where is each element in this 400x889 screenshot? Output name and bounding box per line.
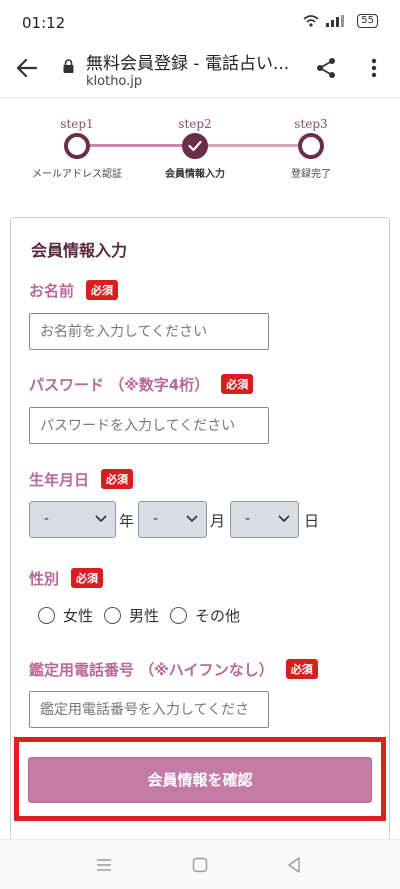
- status-icons: 55: [303, 14, 378, 28]
- password-label: パスワード （※数字4桁） 必須: [29, 374, 254, 395]
- system-nav-bar: [0, 839, 400, 889]
- status-bar: 01:12 55: [0, 0, 400, 40]
- recent-apps-icon[interactable]: [95, 858, 113, 872]
- name-label: お名前 必須: [29, 280, 119, 301]
- gender-option-male[interactable]: 男性: [104, 605, 159, 626]
- checkmark-icon: [188, 140, 202, 152]
- required-badge: 必須: [86, 280, 119, 300]
- phone-label-text: 鑑定用電話番号 （※ハイフンなし）: [29, 661, 274, 679]
- gender-option-label: 女性: [63, 607, 94, 625]
- name-label-text: お名前: [29, 282, 75, 300]
- browser-toolbar: 無料会員登録 - 電話占い... klotho.jp: [0, 40, 400, 98]
- gender-option-other[interactable]: その他: [170, 605, 240, 626]
- lock-icon: [63, 59, 74, 73]
- chevron-down-icon: [95, 515, 107, 523]
- chevron-down-icon: [186, 515, 198, 523]
- step-circle: [298, 133, 324, 159]
- birthday-label: 生年月日 必須: [29, 469, 134, 490]
- step-label: 会員情報入力: [165, 169, 225, 180]
- password-input[interactable]: [29, 407, 269, 444]
- birth-year-select[interactable]: -: [29, 501, 116, 538]
- step-circle: [182, 133, 208, 159]
- wifi-icon: [303, 15, 319, 27]
- gender-label-text: 性別: [29, 570, 60, 588]
- radio-button[interactable]: [104, 607, 122, 624]
- birthday-label-text: 生年月日: [29, 471, 90, 489]
- password-label-text: パスワード （※数字4桁）: [29, 376, 210, 394]
- gender-option-female[interactable]: 女性: [38, 605, 93, 626]
- step-connector-2: [195, 144, 311, 147]
- url-text[interactable]: klotho.jp: [86, 74, 142, 89]
- required-badge: 必須: [221, 374, 254, 394]
- birth-day-select[interactable]: -: [230, 501, 299, 538]
- form-title: 会員情報入力: [31, 241, 128, 260]
- step-number: step1: [60, 117, 94, 131]
- nav-back-icon[interactable]: [287, 856, 301, 874]
- back-arrow-icon[interactable]: [14, 55, 40, 81]
- step-label: メールアドレス認証: [32, 169, 122, 180]
- radio-button[interactable]: [170, 607, 188, 624]
- day-unit: 日: [304, 512, 320, 530]
- status-time: 01:12: [22, 14, 66, 32]
- page-title[interactable]: 無料会員登録 - 電話占い...: [86, 49, 289, 74]
- name-input[interactable]: [29, 313, 269, 350]
- radio-button[interactable]: [38, 607, 55, 624]
- home-icon[interactable]: [192, 857, 208, 873]
- phone-label: 鑑定用電話番号 （※ハイフンなし） 必須: [29, 659, 318, 680]
- gender-option-label: その他: [195, 607, 241, 625]
- step-connector-1: [77, 144, 195, 147]
- required-badge: 必須: [71, 568, 104, 588]
- birth-day-value: -: [245, 511, 251, 527]
- gender-option-label: 男性: [129, 607, 160, 625]
- birth-year-value: -: [44, 511, 50, 527]
- required-badge: 必須: [101, 469, 134, 489]
- month-unit: 月: [210, 512, 226, 530]
- birth-month-select[interactable]: -: [138, 501, 207, 538]
- step-number: step2: [178, 117, 212, 131]
- chevron-down-icon: [278, 515, 290, 523]
- share-icon[interactable]: [314, 56, 338, 80]
- step-number: step3: [294, 117, 328, 131]
- more-menu-icon[interactable]: [364, 56, 384, 80]
- required-badge: 必須: [285, 659, 318, 679]
- step-circle: [64, 133, 90, 159]
- signal-icon: [326, 15, 345, 27]
- gender-radio-group: 女性 男性 その他: [38, 605, 251, 626]
- birth-month-value: -: [153, 511, 159, 527]
- progress-stepper: step1 メールアドレス認証 step2 会員情報入力 step3 登録完了: [0, 98, 400, 208]
- battery-icon: 55: [357, 14, 378, 28]
- step-label: 登録完了: [291, 169, 331, 180]
- confirm-member-info-button[interactable]: 会員情報を確認: [28, 757, 372, 803]
- phone-input[interactable]: [29, 691, 269, 728]
- gender-label: 性別 必須: [29, 568, 104, 589]
- year-unit: 年: [119, 512, 135, 530]
